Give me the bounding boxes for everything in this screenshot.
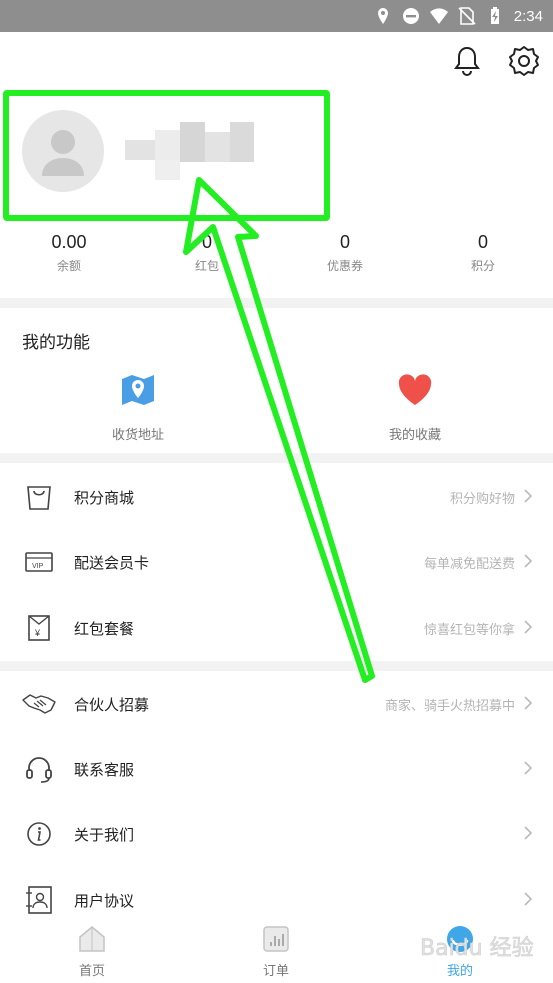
chevron-right-icon [524,489,533,503]
list-item-title: 合伙人招募 [74,696,150,714]
list-item-subtitle: 积分购好物 [449,492,515,507]
chevron-right-icon [524,826,533,840]
section-title: 我的功能 [22,333,90,353]
list-item-vip-card[interactable]: VIP 配送会员卡 每单减免配送费 [0,534,553,590]
chevron-right-icon [524,892,533,906]
shopping-bag-icon [27,486,51,510]
settings-icon[interactable] [507,44,541,78]
tab-label: 订单 [262,964,289,979]
svg-text:VIP: VIP [32,563,44,570]
list-item-title: 配送会员卡 [74,554,150,572]
watermark-text: Baidu 经验 [420,936,534,961]
stat-value: 0 [339,232,350,252]
function-address[interactable]: 收货地址 [68,370,208,443]
stat-value: 0.00 [51,232,87,252]
list-item-title: 红包套餐 [74,620,135,638]
list-item-about-us[interactable]: 关于我们 [0,806,553,862]
location-icon [377,8,388,24]
home-icon [79,926,105,952]
stat-label: 优惠券 [326,259,363,273]
battery-charging-icon [490,7,499,24]
chevron-right-icon [524,696,533,710]
profile-highlight-box [3,90,330,221]
list-item-red-packet[interactable]: ¥ 红包套餐 惊喜红包等你拿 [0,600,553,656]
section-divider [0,661,553,671]
no-sim-icon [458,7,476,25]
list-item-title: 关于我们 [74,826,135,844]
tab-home[interactable]: 首页 [0,924,184,979]
info-icon [27,822,51,846]
stat-balance[interactable]: 0.00 余额 [0,232,138,274]
function-favorites[interactable]: 我的收藏 [345,370,485,443]
wifi-icon [429,8,448,24]
list-item-subtitle: 每单减免配送费 [423,557,515,572]
list-item-title: 积分商城 [74,489,135,507]
orders-icon [263,926,289,952]
function-label: 收货地址 [111,428,164,443]
chevron-right-icon [524,554,533,568]
account-stats: 0.00 余额 0 红包 0 优惠券 0 积分 [0,232,553,282]
stat-points[interactable]: 0 积分 [414,232,552,274]
vip-card-icon: VIP [25,552,53,572]
tab-orders[interactable]: 订单 [184,924,368,979]
section-divider [0,298,553,308]
stat-label: 余额 [56,259,81,273]
section-divider [0,453,553,463]
heart-icon [398,374,432,405]
stat-redpacket[interactable]: 0 红包 [138,232,276,274]
stat-label: 积分 [470,259,495,273]
chevron-right-icon [524,620,533,634]
list-item-customer-service[interactable]: 联系客服 [0,741,553,797]
stat-value: 0 [477,232,488,252]
stat-value: 0 [201,232,212,252]
map-location-icon [122,375,154,405]
stat-coupons[interactable]: 0 优惠券 [276,232,414,274]
bell-icon[interactable] [450,44,484,78]
list-item-subtitle: 商家、骑手火热招募中 [384,699,515,714]
status-bar: 2:34 [0,0,553,32]
stat-label: 红包 [194,259,219,273]
chevron-right-icon [524,761,533,775]
svg-text:¥: ¥ [34,628,41,638]
baidu-watermark: Baidu 经验 [420,925,550,975]
list-item-subtitle: 惊喜红包等你拿 [423,623,515,638]
list-item-points-mall[interactable]: 积分商城 积分购好物 [0,469,553,525]
red-envelope-icon: ¥ [28,615,50,641]
contact-book-icon [26,886,52,914]
tab-label: 首页 [78,964,105,979]
function-label: 我的收藏 [388,428,441,443]
clock: 2:34 [513,7,543,25]
handshake-icon [22,694,56,714]
list-item-title: 联系客服 [74,761,135,779]
list-item-partner-recruit[interactable]: 合伙人招募 商家、骑手火热招募中 [0,676,553,732]
do-not-disturb-icon [402,8,419,24]
headset-icon [26,757,52,783]
list-item-title: 用户协议 [74,892,135,910]
